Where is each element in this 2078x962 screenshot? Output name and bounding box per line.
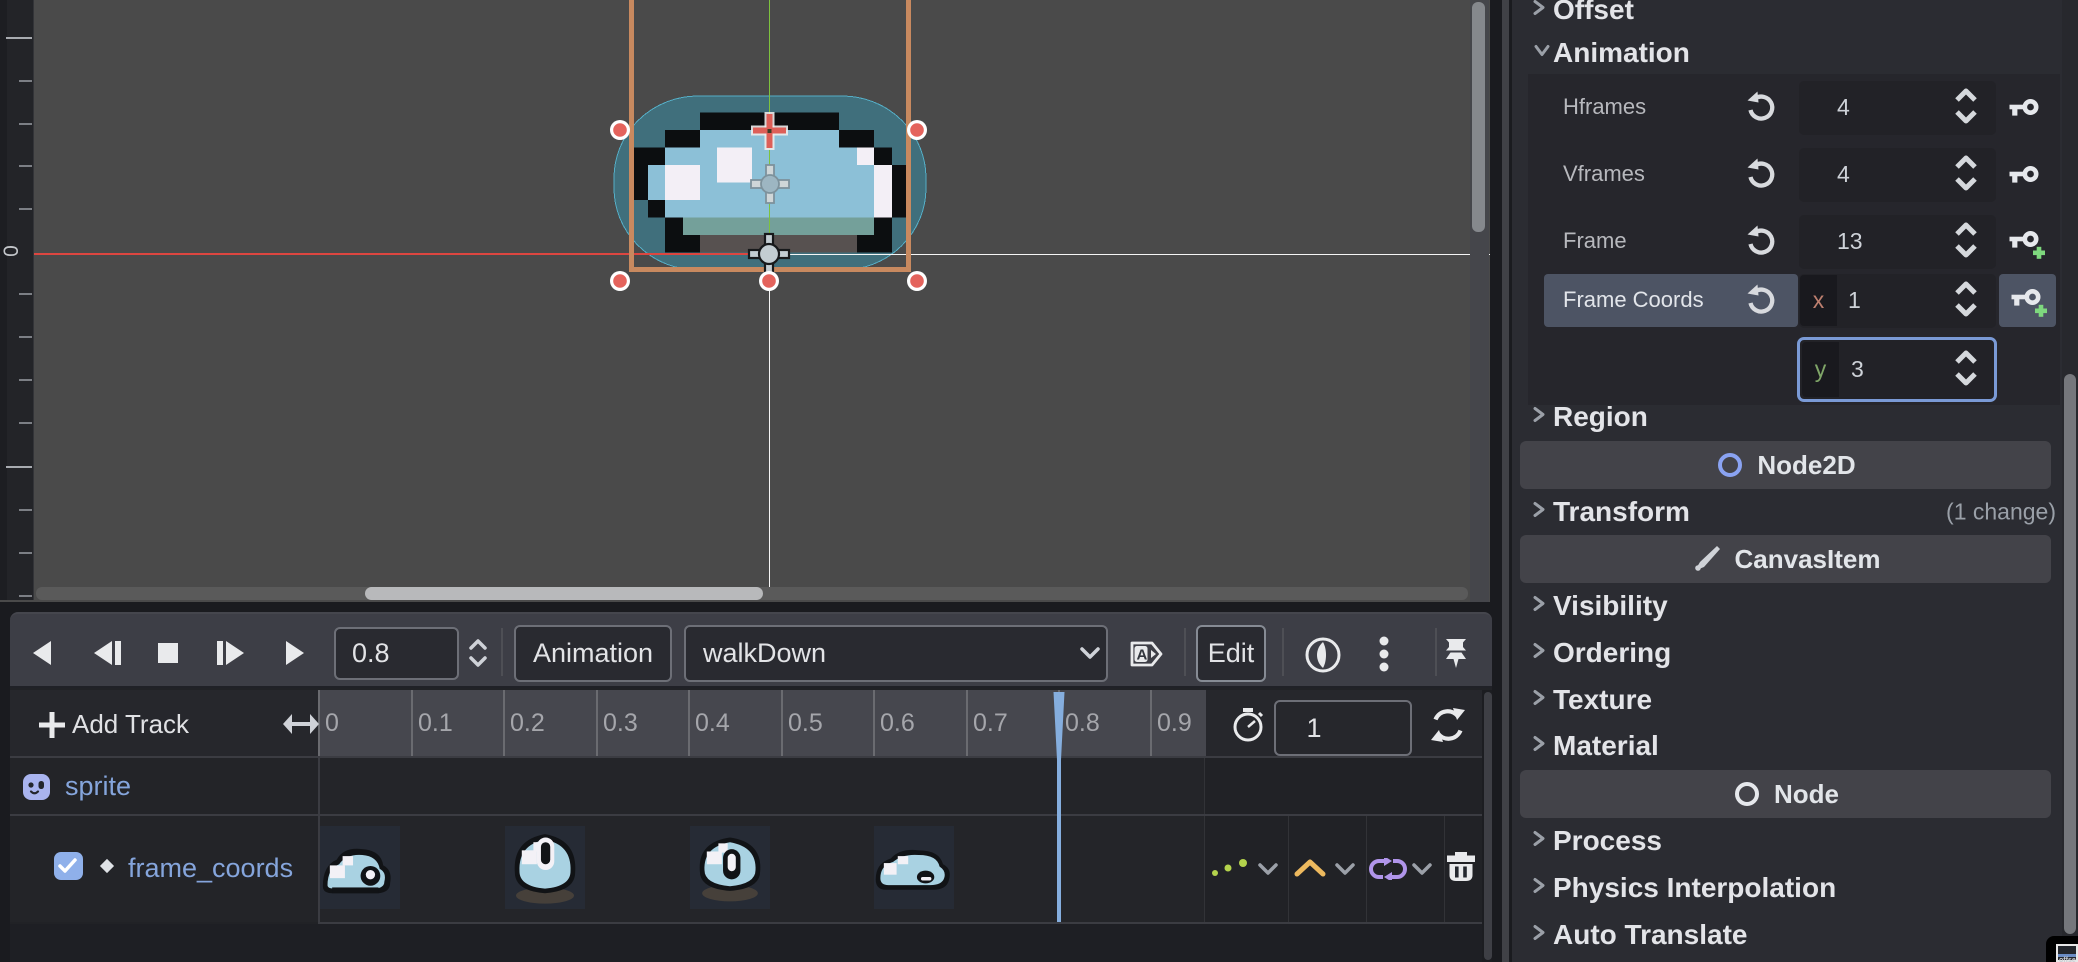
svg-text:A: A [1137, 647, 1148, 664]
